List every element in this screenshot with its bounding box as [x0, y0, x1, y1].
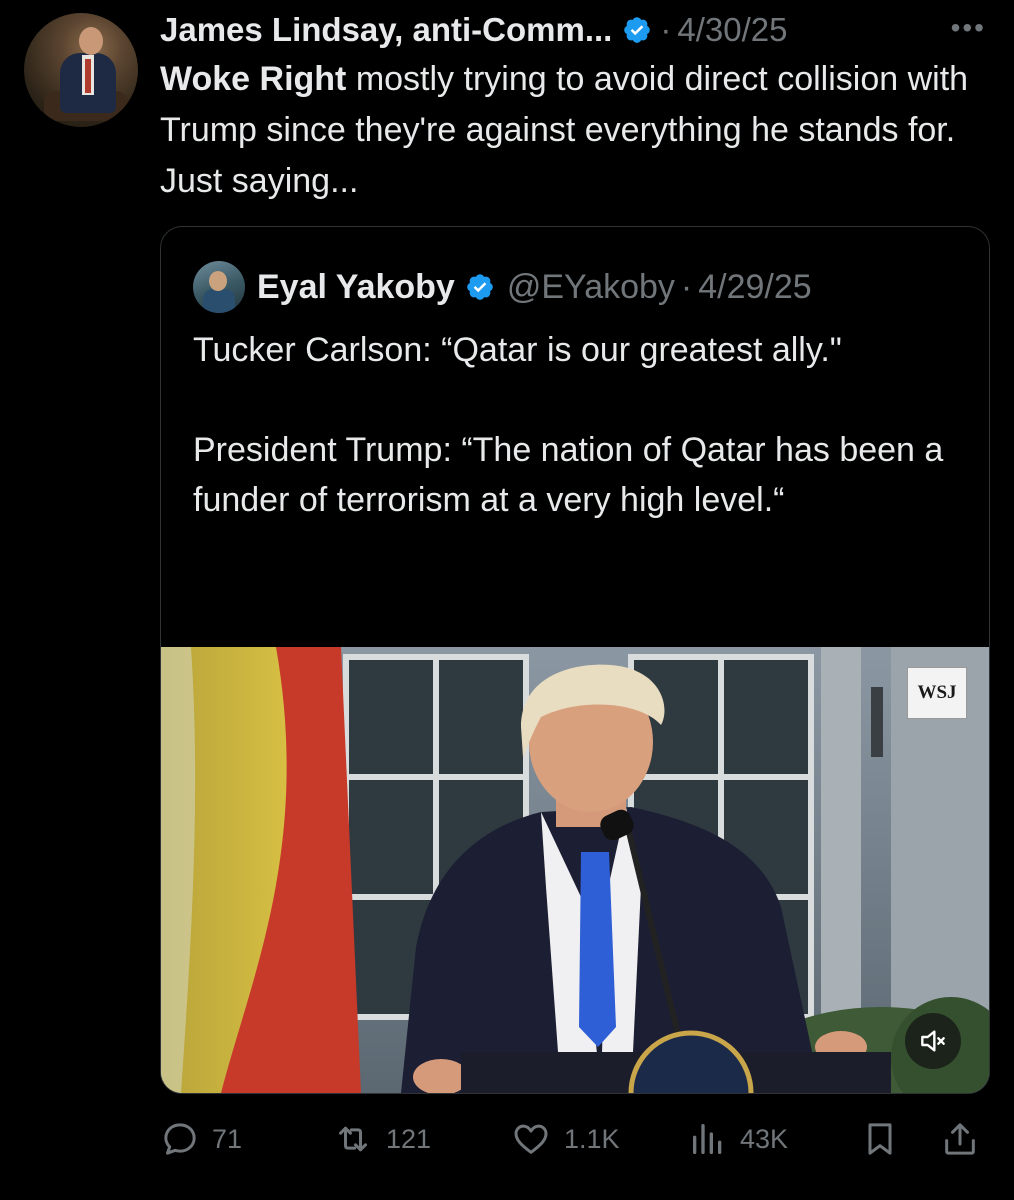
speaker-muted-icon — [921, 1030, 945, 1052]
more-options-button[interactable]: ••• — [951, 10, 986, 46]
quoted-author-name[interactable]: Eyal Yakoby — [257, 268, 455, 307]
tweet-text-bold: Woke Right — [160, 60, 347, 98]
views-button[interactable]: 43K — [688, 1114, 788, 1164]
avatar-tie-shape — [85, 59, 91, 93]
video-player[interactable]: WSJ — [161, 647, 989, 1093]
avatar-head-shape — [79, 27, 103, 55]
quoted-paragraph-1: Tucker Carlson: “Qatar is our greatest a… — [193, 331, 842, 369]
reply-count: 71 — [212, 1123, 243, 1154]
share-button[interactable] — [940, 1114, 980, 1164]
tweet-actions-bar: 71 121 1.1K 43K — [160, 1114, 990, 1164]
quoted-header-separator: · — [680, 267, 693, 306]
quoted-tweet-text: Tucker Carlson: “Qatar is our greatest a… — [193, 325, 963, 525]
wsj-watermark: WSJ — [907, 667, 967, 719]
quoted-paragraph-2: President Trump: “The nation of Qatar ha… — [193, 431, 944, 519]
quoted-tweet-date[interactable]: 4/29/25 — [698, 268, 811, 307]
mute-toggle-button[interactable] — [905, 1013, 961, 1069]
repost-button[interactable]: 121 — [332, 1114, 431, 1164]
views-icon — [693, 1124, 722, 1154]
like-count: 1.1K — [564, 1123, 620, 1154]
quoted-verified-badge-icon — [467, 274, 493, 300]
header-separator: · — [660, 11, 672, 48]
quoted-tweet-card[interactable]: Eyal Yakoby @EYakoby · 4/29/25 Tucker Ca… — [160, 226, 990, 1094]
tweet-date[interactable]: 4/30/25 — [677, 11, 787, 49]
reply-button[interactable]: 71 — [160, 1114, 242, 1164]
repost-icon — [339, 1126, 367, 1152]
quoted-avatar-body-shape — [203, 289, 235, 313]
repost-count: 121 — [386, 1123, 432, 1154]
bookmark-button[interactable] — [860, 1114, 900, 1164]
quoted-author-handle[interactable]: @EYakoby — [507, 268, 675, 307]
tweet-text: Woke Right mostly trying to avoid direct… — [160, 54, 990, 207]
quoted-author-avatar[interactable] — [193, 261, 245, 313]
tweet-header: James Lindsay, anti-Comm... · 4/30/25 ••… — [160, 10, 1000, 50]
author-avatar[interactable] — [24, 13, 138, 127]
quoted-avatar-head-shape — [209, 271, 227, 291]
like-button[interactable]: 1.1K — [510, 1114, 620, 1164]
quoted-tweet-header: Eyal Yakoby @EYakoby · 4/29/25 — [257, 265, 812, 309]
verified-badge-icon — [624, 17, 651, 43]
share-icon — [945, 1123, 975, 1155]
reply-icon — [164, 1123, 196, 1155]
author-name[interactable]: James Lindsay, anti-Comm... — [160, 11, 612, 49]
views-count: 43K — [740, 1123, 789, 1154]
bookmark-icon — [868, 1123, 892, 1155]
video-frame-image — [161, 647, 989, 1093]
like-icon — [514, 1124, 548, 1154]
